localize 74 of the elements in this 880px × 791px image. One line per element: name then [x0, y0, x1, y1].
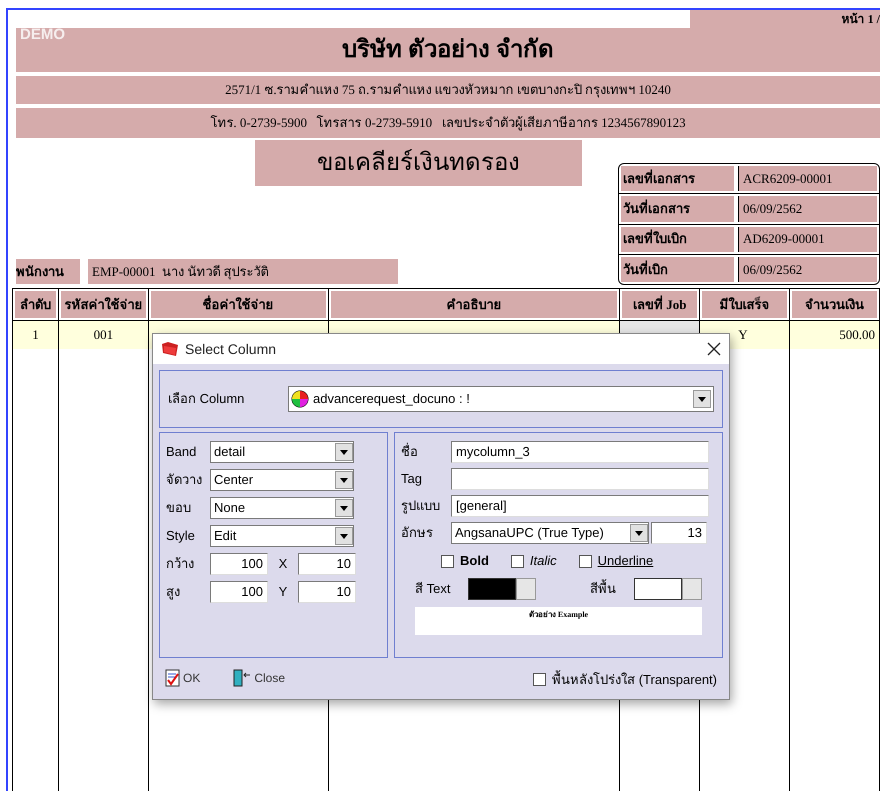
employee-value: EMP-00001 นาง นัทวดี สุประวัติ [88, 259, 398, 284]
demo-watermark: DEMO [20, 25, 65, 45]
field-label: ชื่อ [401, 442, 419, 462]
column-header: ชื่อค่าใช้จ่าย [150, 291, 326, 318]
checkbox-label[interactable]: Italic [530, 551, 557, 571]
column-header: ลำดับ [15, 291, 56, 318]
info-label: เลขที่เอกสาร [621, 166, 734, 192]
text-field[interactable]: 100 [210, 581, 268, 603]
ok-button[interactable]: OK [165, 668, 200, 686]
company-name: บริษัท ตัวอย่าง จำกัด [342, 36, 554, 65]
color-label: สี Text [415, 580, 450, 598]
field-label: จัดวาง [166, 471, 203, 490]
column-header: จำนวนเงิน [792, 291, 877, 318]
text-field[interactable]: 10 [298, 581, 356, 603]
text-field[interactable]: 100 [210, 553, 268, 575]
info-label: เลขที่ใบเบิก [621, 226, 734, 252]
checklist-icon [165, 668, 181, 686]
field-label: Tag [401, 470, 423, 488]
checkbox-label[interactable]: พื้นหลังโปร่งใส (Transparent) [552, 670, 717, 689]
field-label: X [278, 555, 288, 574]
dropdown[interactable]: Edit [210, 525, 354, 547]
checkbox[interactable] [441, 554, 454, 568]
employee-label: พนักงาน [16, 259, 80, 284]
dialog-title: Select Column [185, 340, 276, 358]
dropdown[interactable]: None [210, 497, 354, 519]
folder-icon [161, 341, 179, 357]
checkbox[interactable] [510, 554, 524, 568]
document-title: ขอเคลียร์เงินทดรอง [255, 140, 582, 186]
color-picker[interactable] [634, 578, 702, 600]
field-label: Style [166, 527, 196, 546]
font-dropdown[interactable]: AngsanaUPC (True Type) [451, 522, 649, 544]
text-field[interactable]: 10 [298, 553, 356, 575]
info-value: 06/09/2562 [738, 256, 877, 282]
field-label: Band [166, 443, 198, 462]
dropdown[interactable]: detail [210, 441, 354, 463]
address-band: 2571/1 ซ.รามคำแหง 75 ถ.รามคำแหง แขวงหัวหมาก เขตบางกะปิ กรุงเทพฯ 10240 [16, 76, 880, 104]
column-header: เลขที่ Job [622, 291, 698, 318]
field-label: Y [278, 583, 288, 602]
info-value: AD6209-00001 [738, 226, 877, 252]
info-label: วันที่เบิก [621, 256, 734, 282]
text-field[interactable]: mycolumn_3 [451, 441, 709, 463]
table-cell: 001 [58, 321, 148, 349]
page-number-band: หน้า 1 / [690, 10, 880, 28]
color-picker[interactable] [468, 578, 536, 600]
column-header: รหัสค่าใช้จ่าย [60, 291, 146, 318]
column-label: เลือก Column [168, 390, 246, 408]
door-icon [232, 668, 252, 686]
column-header: มีใบเสร็จ [702, 291, 788, 318]
text-field[interactable] [451, 468, 709, 490]
field-label: สูง [166, 583, 181, 602]
font-size-field[interactable]: 13 [651, 522, 707, 544]
info-value: 06/09/2562 [738, 196, 877, 222]
field-label: รูปแบบ [401, 497, 441, 516]
checkbox-label[interactable]: Underline [598, 551, 654, 571]
column-dropdown[interactable]: advancerequest_docuno : ! [288, 386, 714, 412]
info-label: วันที่เอกสาร [621, 196, 734, 222]
color-wheel-icon [291, 390, 309, 408]
close-button[interactable]: Close [232, 668, 286, 686]
text-field[interactable]: [general] [451, 495, 709, 517]
field-label: ขอบ [166, 499, 192, 518]
column-header: คำอธิบาย [330, 291, 618, 318]
table-cell: 1 [13, 321, 58, 349]
field-label: กว้าง [166, 555, 195, 574]
checkbox[interactable] [578, 554, 592, 568]
dropdown[interactable]: Center [210, 469, 354, 491]
checkbox-label[interactable]: Bold [460, 551, 489, 571]
field-label: อักษร [401, 524, 434, 542]
checkbox[interactable] [533, 672, 546, 686]
table-cell: 500.00 [790, 321, 879, 349]
contact-band: โทร. 0-2739-5900 โทรสาร 0-2739-5910 เลขประจำตัวผู้เสียภาษีอากร 1234567890123 [16, 108, 880, 138]
preview-text: ตัวอย่าง Example [528, 609, 588, 621]
color-label: สีพื้น [590, 579, 616, 598]
close-icon[interactable] [707, 342, 721, 356]
info-value: ACR6209-00001 [738, 166, 877, 192]
